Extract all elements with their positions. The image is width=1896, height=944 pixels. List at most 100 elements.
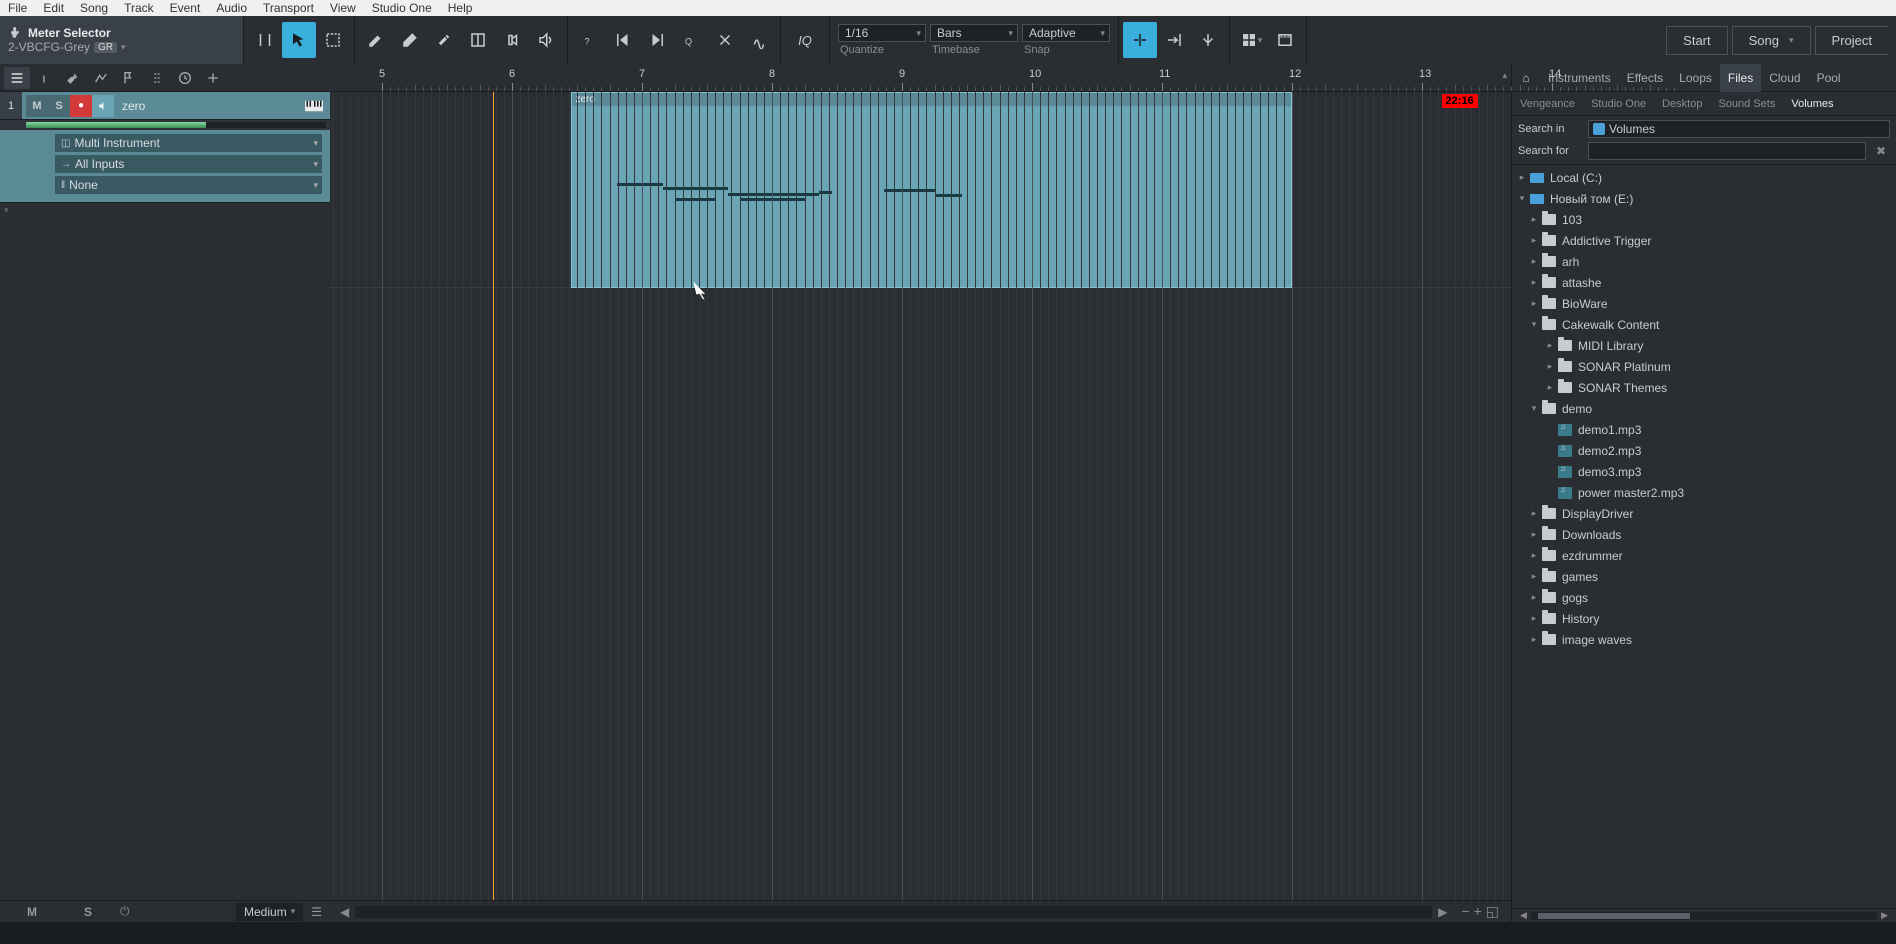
menu-edit[interactable]: Edit bbox=[43, 1, 64, 15]
zoom-in-h-icon[interactable]: + bbox=[1474, 903, 1482, 920]
h-scrollbar[interactable] bbox=[355, 906, 1432, 918]
tree-expand-icon[interactable]: ▸ bbox=[1528, 592, 1540, 603]
global-mute-button[interactable]: M bbox=[8, 905, 56, 919]
tab-cloud[interactable]: Cloud bbox=[1761, 64, 1808, 92]
range-tool[interactable] bbox=[248, 22, 282, 58]
tree-folder[interactable]: ▸ezdrummer bbox=[1512, 545, 1896, 566]
menu-studioone[interactable]: Studio One bbox=[372, 1, 432, 15]
split-tool[interactable] bbox=[461, 22, 495, 58]
clear-search-icon[interactable]: ✖ bbox=[1872, 144, 1890, 158]
tab-pool[interactable]: Pool bbox=[1809, 64, 1849, 92]
meter-selector-panel[interactable]: Meter Selector 2-VBCFG-Grey GR ▾ bbox=[0, 16, 244, 64]
tree-folder[interactable]: ▸Local (C:) bbox=[1512, 167, 1896, 188]
tracks-area[interactable]: zero bbox=[330, 92, 1511, 900]
macro-tool[interactable] bbox=[742, 22, 776, 58]
tree-folder[interactable]: ▸arh bbox=[1512, 251, 1896, 272]
tab-effects[interactable]: Effects bbox=[1619, 64, 1671, 92]
menu-song[interactable]: Song bbox=[80, 1, 108, 15]
tab-files[interactable]: Files bbox=[1720, 64, 1761, 92]
tree-file[interactable]: power master2.mp3 bbox=[1512, 482, 1896, 503]
tree-expand-icon[interactable]: ▾ bbox=[1528, 319, 1540, 330]
tree-expand-icon[interactable]: ▸ bbox=[1528, 571, 1540, 582]
track-instrument-select[interactable]: Multi Instrument bbox=[55, 134, 322, 152]
video-view-tool[interactable] bbox=[1268, 22, 1302, 58]
tab-loops[interactable]: Loops bbox=[1671, 64, 1720, 92]
track-name[interactable]: zero bbox=[122, 99, 302, 113]
delete-tool[interactable] bbox=[708, 22, 742, 58]
tree-folder[interactable]: ▸SONAR Platinum bbox=[1512, 356, 1896, 377]
global-solo-button[interactable]: S bbox=[64, 905, 112, 919]
tree-expand-icon[interactable]: ▸ bbox=[1516, 172, 1528, 183]
subtab-studioone[interactable]: Studio One bbox=[1583, 92, 1654, 116]
track-input-select[interactable]: All Inputs bbox=[55, 155, 322, 173]
tree-folder[interactable]: ▸History bbox=[1512, 608, 1896, 629]
listen-tool[interactable] bbox=[529, 22, 563, 58]
locate-prev-tool[interactable] bbox=[606, 22, 640, 58]
tree-expand-icon[interactable]: ▸ bbox=[1528, 529, 1540, 540]
subtab-vengeance[interactable]: Vengeance bbox=[1512, 92, 1583, 116]
timebase-select[interactable]: Bars bbox=[930, 24, 1018, 42]
track-list-tool[interactable] bbox=[4, 67, 30, 89]
project-page-button[interactable]: Project bbox=[1815, 26, 1888, 55]
tree-folder[interactable]: ▸SONAR Themes bbox=[1512, 377, 1896, 398]
grid-view-tool[interactable]: ▾ bbox=[1234, 22, 1268, 58]
add-track-tool[interactable] bbox=[200, 67, 226, 89]
tree-folder[interactable]: ▸Downloads bbox=[1512, 524, 1896, 545]
track-automation-tool[interactable] bbox=[88, 67, 114, 89]
tree-folder[interactable]: ▸MIDI Library bbox=[1512, 335, 1896, 356]
browser-scroll-left-icon[interactable]: ◀ bbox=[1516, 910, 1531, 921]
tree-folder[interactable]: ▸BioWare bbox=[1512, 293, 1896, 314]
tree-expand-icon[interactable]: ▸ bbox=[1528, 508, 1540, 519]
snap-to-events[interactable] bbox=[1157, 22, 1191, 58]
tree-expand-icon[interactable]: ▸ bbox=[1528, 214, 1540, 225]
browser-tree[interactable]: ▸Local (C:)▾Новый том (E:)▸103▸Addictive… bbox=[1512, 165, 1896, 908]
tree-folder[interactable]: ▸games bbox=[1512, 566, 1896, 587]
search-in-field[interactable]: Volumes bbox=[1588, 120, 1890, 138]
menu-view[interactable]: View bbox=[330, 1, 356, 15]
midi-clip[interactable]: zero bbox=[571, 92, 1293, 288]
zoom-out-h-icon[interactable]: − bbox=[1461, 903, 1469, 920]
tree-expand-icon[interactable]: ▸ bbox=[1544, 382, 1556, 393]
tree-folder[interactable]: ▸attashe bbox=[1512, 272, 1896, 293]
marquee-tool[interactable] bbox=[316, 22, 350, 58]
snap-select[interactable]: Adaptive bbox=[1022, 24, 1110, 42]
track-header[interactable]: 1 M S zero bbox=[0, 92, 330, 120]
track-tempo-tool[interactable] bbox=[144, 67, 170, 89]
start-page-button[interactable]: Start bbox=[1666, 26, 1727, 55]
tree-expand-icon[interactable]: ▸ bbox=[1528, 256, 1540, 267]
ruler-expand-icon[interactable]: ▴ bbox=[1502, 70, 1507, 81]
tree-folder[interactable]: ▾demo bbox=[1512, 398, 1896, 419]
menu-event[interactable]: Event bbox=[170, 1, 201, 15]
tree-expand-icon[interactable]: ▸ bbox=[1528, 613, 1540, 624]
tree-file[interactable]: demo3.mp3 bbox=[1512, 461, 1896, 482]
track-wrench-tool[interactable] bbox=[60, 67, 86, 89]
browser-home-icon[interactable]: ⌂ bbox=[1512, 71, 1540, 85]
mute-tool[interactable] bbox=[495, 22, 529, 58]
tree-expand-icon[interactable]: ▸ bbox=[1544, 340, 1556, 351]
menu-transport[interactable]: Transport bbox=[263, 1, 314, 15]
menubar[interactable]: File Edit Song Track Event Audio Transpo… bbox=[0, 0, 1896, 16]
tree-file[interactable]: demo2.mp3 bbox=[1512, 440, 1896, 461]
menu-help[interactable]: Help bbox=[448, 1, 473, 15]
track-size-select[interactable]: Medium bbox=[236, 903, 303, 921]
track-output-select[interactable]: None bbox=[55, 176, 322, 194]
menu-audio[interactable]: Audio bbox=[216, 1, 247, 15]
eraser-tool[interactable] bbox=[393, 22, 427, 58]
tree-file[interactable]: demo1.mp3 bbox=[1512, 419, 1896, 440]
tree-expand-icon[interactable]: ▸ bbox=[1528, 235, 1540, 246]
pencil-tool[interactable] bbox=[359, 22, 393, 58]
tree-folder[interactable]: ▾Cakewalk Content bbox=[1512, 314, 1896, 335]
tree-expand-icon[interactable]: ▾ bbox=[1516, 193, 1528, 204]
arrow-tool[interactable] bbox=[282, 22, 316, 58]
tree-expand-icon[interactable]: ▸ bbox=[1544, 361, 1556, 372]
track-marker-tool[interactable] bbox=[116, 67, 142, 89]
quantize-select[interactable]: 1/16 bbox=[838, 24, 926, 42]
tree-folder[interactable]: ▸Addictive Trigger bbox=[1512, 230, 1896, 251]
paint-tool[interactable] bbox=[427, 22, 461, 58]
song-page-button[interactable]: Song bbox=[1732, 26, 1811, 55]
track-info-tool[interactable]: i bbox=[32, 67, 58, 89]
quantize-tool[interactable]: Q bbox=[674, 22, 708, 58]
playhead[interactable] bbox=[493, 92, 494, 900]
global-power-button[interactable]: ⏻ bbox=[120, 904, 130, 919]
menu-file[interactable]: File bbox=[8, 1, 27, 15]
